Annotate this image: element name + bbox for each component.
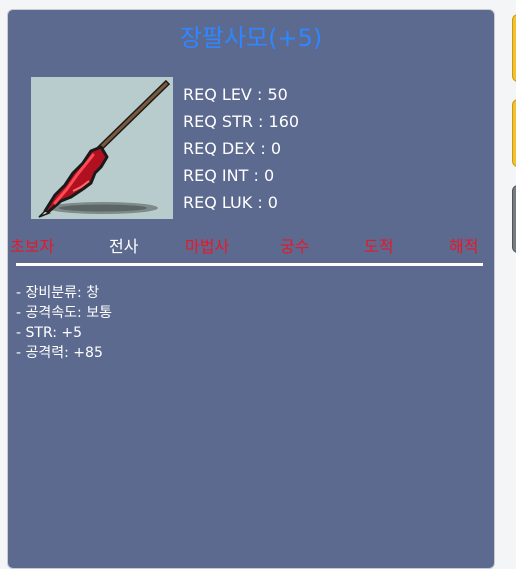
side-tab-1[interactable]: [512, 14, 516, 82]
divider: [16, 263, 483, 266]
job-thief: 도적: [364, 237, 394, 256]
req-int: REQ INT : 0: [183, 166, 275, 185]
job-beginner: 초보자: [10, 237, 55, 256]
stat-category: - 장비분류: 창: [16, 285, 100, 301]
stat-attack-speed: - 공격속도: 보통: [16, 305, 112, 321]
side-tab-3[interactable]: [512, 185, 516, 253]
item-tooltip: 장팔사모(+5) REQ LEV : 50 REQ STR : 160 REQ …: [7, 9, 495, 569]
req-level: REQ LEV : 50: [183, 85, 288, 104]
side-tab-2[interactable]: [512, 99, 516, 167]
stat-attack: - 공격력: +85: [16, 345, 103, 361]
requirements-list: REQ LEV : 50 REQ STR : 160 REQ DEX : 0 R…: [183, 81, 299, 216]
req-luk: REQ LUK : 0: [183, 193, 278, 212]
job-warrior: 전사: [109, 237, 139, 256]
item-stats: - 장비분류: 창 - 공격속도: 보통 - STR: +5 - 공격력: +8…: [16, 283, 112, 363]
stat-str: - STR: +5: [16, 325, 83, 341]
job-requirements: 초보자 전사 마법사 궁수 도적 해적: [8, 233, 496, 256]
req-str: REQ STR : 160: [183, 112, 300, 131]
req-dex: REQ DEX : 0: [183, 139, 282, 158]
item-name: 장팔사모(+5): [179, 24, 323, 52]
job-magician: 마법사: [185, 237, 230, 256]
job-bowman: 궁수: [280, 237, 310, 256]
job-pirate: 해적: [449, 237, 479, 256]
item-icon-frame: [31, 77, 173, 219]
spear-icon: [38, 79, 171, 218]
